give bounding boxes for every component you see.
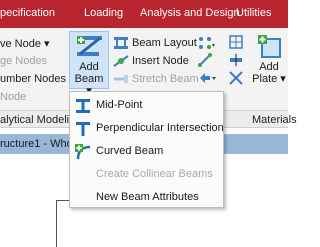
group-label-materials: Materials (252, 114, 297, 126)
structure-member-line (56, 200, 57, 247)
intersect-tool-icon[interactable] (229, 71, 243, 85)
menubar: pecification Loading Analysis and Design… (0, 0, 288, 28)
grid-tool-icon[interactable] (229, 35, 243, 49)
beam-layout-item[interactable]: Beam Layout (132, 37, 197, 49)
cursor-tool-icon[interactable] (198, 71, 218, 85)
structure-member-line (56, 200, 70, 201)
tab-utilities[interactable]: Utilities (236, 7, 271, 19)
menu-item-perpendicular-intersection[interactable]: Perpendicular Intersection (70, 117, 224, 140)
add-beam-dropdown: Mid-Point Perpendicular Intersection Cur… (69, 91, 224, 208)
menu-item-curved-beam[interactable]: Curved Beam (70, 140, 223, 163)
group-label-analytical-modeling: alytical Modelin (0, 114, 76, 126)
connect-tool-icon[interactable] (198, 53, 212, 67)
add-beam-icon (77, 36, 102, 56)
split-tool-icon[interactable] (229, 53, 243, 67)
beam-layout-icon (114, 37, 128, 49)
mid-point-icon (76, 99, 90, 113)
insert-node-item[interactable]: Insert Node (132, 55, 189, 67)
renumber-nodes-item[interactable]: umber Nodes (0, 73, 66, 85)
tab-specification[interactable]: pecification (0, 7, 55, 19)
insert-node-icon (113, 55, 129, 67)
delete-node-item[interactable]: Node (0, 91, 26, 103)
stretch-beam-item[interactable]: Stretch Beam (132, 73, 199, 85)
view-title: ructure1 - Whol (0, 138, 76, 150)
perpendicular-intersection-icon (76, 122, 90, 136)
stretch-beam-icon (114, 75, 128, 83)
curved-beam-icon (75, 144, 91, 160)
menu-item-create-collinear-beams[interactable]: Create Collinear Beams (70, 163, 223, 186)
move-node-item[interactable]: ve Node ▾ (0, 37, 50, 50)
tab-loading[interactable]: Loading (84, 7, 123, 19)
menu-item-new-beam-attributes[interactable]: New Beam Attributes (70, 186, 223, 209)
node-tool-icon[interactable] (198, 36, 216, 50)
add-plate-button[interactable]: Add Plate ▾ (252, 61, 286, 85)
add-plate-icon (258, 35, 281, 58)
merge-nodes-item[interactable]: ge Nodes (0, 55, 47, 67)
tab-analysis-and-design[interactable]: Analysis and Design (140, 7, 240, 19)
menu-item-mid-point[interactable]: Mid-Point (70, 94, 223, 117)
